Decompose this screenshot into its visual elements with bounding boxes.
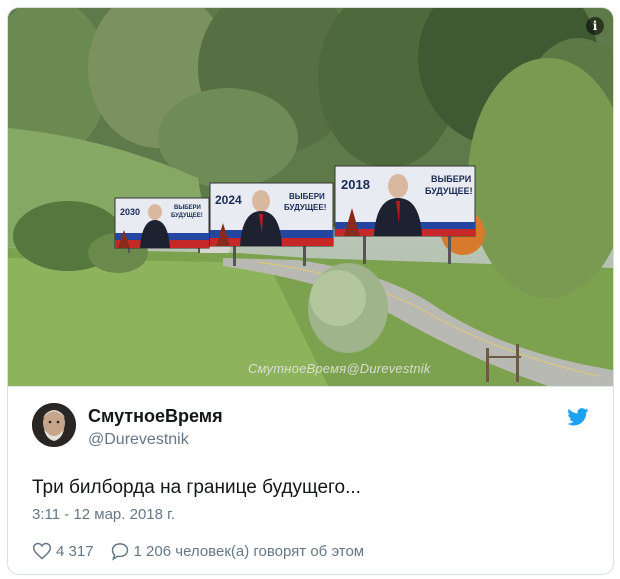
tweet-actions: 4 317 1 206 человек(а) говорят об этом	[32, 541, 380, 561]
billboard-2018-year: 2018	[341, 177, 370, 192]
twitter-bird-icon[interactable]	[567, 408, 589, 426]
reply-button[interactable]: 1 206 человек(а) говорят об этом	[110, 541, 365, 561]
reply-count-text: 1 206 человек(а) говорят об этом	[133, 542, 365, 560]
tweet-timestamp[interactable]: 3:11 - 12 мар. 2018 г.	[32, 506, 175, 523]
billboard-2030-year: 2030	[120, 207, 140, 217]
speech-bubble-icon	[111, 543, 128, 561]
billboard-2024-slogan-2: БУДУЩЕЕ!	[284, 203, 326, 212]
billboard-2018-slogan-1: ВЫБЕРИ	[431, 174, 471, 184]
tweet-text: Три билборда на границе будущего...	[32, 477, 361, 498]
tweet-photo[interactable]: 2030 ВЫБЕРИ БУДУЩЕЕ! 2024 ВЫБЕРИ БУДУЩЕЕ…	[8, 8, 613, 386]
billboard-2030-slogan-2: БУДУЩЕЕ!	[171, 213, 203, 219]
billboard-2024-year: 2024	[215, 193, 242, 207]
avatar[interactable]	[32, 403, 76, 447]
info-icon[interactable]: i	[586, 17, 604, 35]
billboard-2024-slogan-1: ВЫБЕРИ	[289, 192, 325, 201]
like-button[interactable]: 4 317	[32, 541, 94, 561]
tweet-card: 2030 ВЫБЕРИ БУДУЩЕЕ! 2024 ВЫБЕРИ БУДУЩЕЕ…	[7, 7, 614, 575]
user-handle[interactable]: @Durevestnik	[88, 431, 189, 449]
billboard-2030-slogan-1: ВЫБЕРИ	[174, 205, 201, 211]
photo-watermark: СмутноеВремя@Durevestnik	[248, 361, 431, 376]
billboard-2018-slogan-2: БУДУЩЕЕ!	[425, 186, 473, 196]
like-count: 4 317	[56, 542, 94, 560]
display-name[interactable]: СмутноеВремя	[88, 406, 223, 427]
divider	[8, 386, 613, 387]
heart-icon	[32, 542, 52, 560]
billboards-photo: 2030 ВЫБЕРИ БУДУЩЕЕ! 2024 ВЫБЕРИ БУДУЩЕЕ…	[8, 8, 613, 386]
